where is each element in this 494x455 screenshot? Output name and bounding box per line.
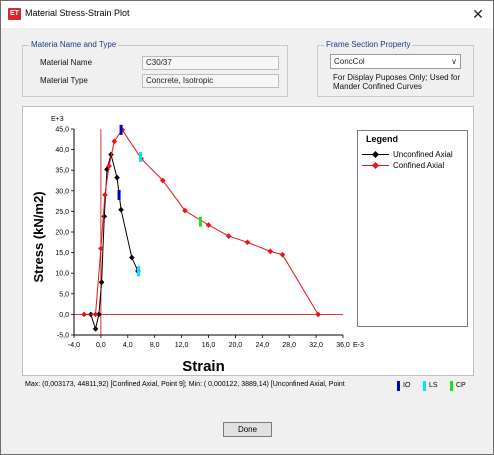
series-point-unconfined: [101, 213, 108, 220]
series-point-confined: [92, 311, 99, 318]
y-axis-title: Stress (kN/m2): [31, 191, 46, 282]
marker-io: [117, 189, 121, 200]
status-text: Max: (0,003173, 44811,92) [Confined Axia…: [25, 381, 345, 388]
series-point-confined: [244, 239, 251, 246]
x-multiplier: E-3: [353, 342, 364, 349]
io-swatch: [397, 381, 400, 391]
series-point-confined: [267, 248, 274, 255]
x-tick-label: 28,0: [282, 342, 296, 349]
series-point-unconfined: [129, 254, 135, 261]
marker-ls: [137, 266, 141, 277]
legend-marker-confined: [371, 161, 380, 170]
legend: Legend Unconfined Axial Confined Axial: [357, 130, 468, 327]
marker-io: [119, 124, 123, 135]
cp-label: CP: [456, 382, 466, 389]
x-tick-label: 16,0: [202, 342, 216, 349]
series-point-confined: [279, 251, 286, 258]
marker-cp: [198, 216, 202, 227]
series-point-confined: [205, 222, 212, 228]
legend-item-unconfined: Unconfined Axial: [362, 150, 467, 160]
y-tick-label: 25,0: [55, 209, 69, 216]
y-tick-label: 0,0: [59, 312, 69, 319]
series-point-confined: [81, 311, 87, 318]
x-tick-label: 0,0: [96, 342, 106, 349]
x-tick-label: 4,0: [123, 342, 133, 349]
x-tick-label: 20,0: [229, 342, 243, 349]
ls-swatch: [423, 381, 426, 391]
series-point-unconfined: [92, 325, 99, 332]
series-point-confined: [225, 233, 232, 239]
series-point-unconfined: [118, 206, 124, 213]
x-tick-label: 8,0: [150, 342, 160, 349]
y-tick-label: 10,0: [55, 271, 69, 278]
done-button[interactable]: Done: [223, 422, 272, 437]
marker-ls: [139, 152, 143, 163]
io-label: IO: [403, 382, 411, 389]
series-point-confined: [102, 192, 108, 198]
y-tick-label: 35,0: [55, 168, 69, 175]
series-point-unconfined: [114, 174, 120, 181]
y-tick-label: -5,0: [57, 333, 69, 340]
x-tick-label: 24,0: [255, 342, 269, 349]
y-tick-label: 45,0: [55, 127, 69, 134]
cp-swatch: [450, 381, 453, 391]
legend-item-confined: Confined Axial: [362, 161, 467, 171]
series-point-confined: [111, 138, 118, 145]
x-tick-label: 32,0: [309, 342, 323, 349]
x-axis-title: Strain: [182, 358, 225, 375]
y-tick-label: 30,0: [55, 188, 69, 195]
legend-label-unconfined: Unconfined Axial: [393, 150, 453, 159]
x-tick-label: 12,0: [175, 342, 189, 349]
legend-marker-unconfined: [371, 150, 380, 159]
x-tick-label: -4,0: [68, 342, 80, 349]
y-tick-label: 5,0: [59, 291, 69, 298]
series-point-confined: [315, 311, 321, 318]
legend-label-confined: Confined Axial: [393, 161, 445, 170]
legend-title: Legend: [366, 134, 399, 144]
stress-strain-window: ET Material Stress-Strain Plot ✕ Materia…: [0, 0, 494, 455]
y-tick-label: 40,0: [55, 147, 69, 154]
y-multiplier: E+3: [51, 116, 64, 123]
ls-label: LS: [429, 382, 438, 389]
y-tick-label: 15,0: [55, 250, 69, 257]
y-tick-label: 20,0: [55, 230, 69, 237]
series-point-unconfined: [98, 279, 105, 286]
series-line-unconfined: [90, 152, 139, 331]
x-tick-label: 36,0: [336, 342, 350, 349]
